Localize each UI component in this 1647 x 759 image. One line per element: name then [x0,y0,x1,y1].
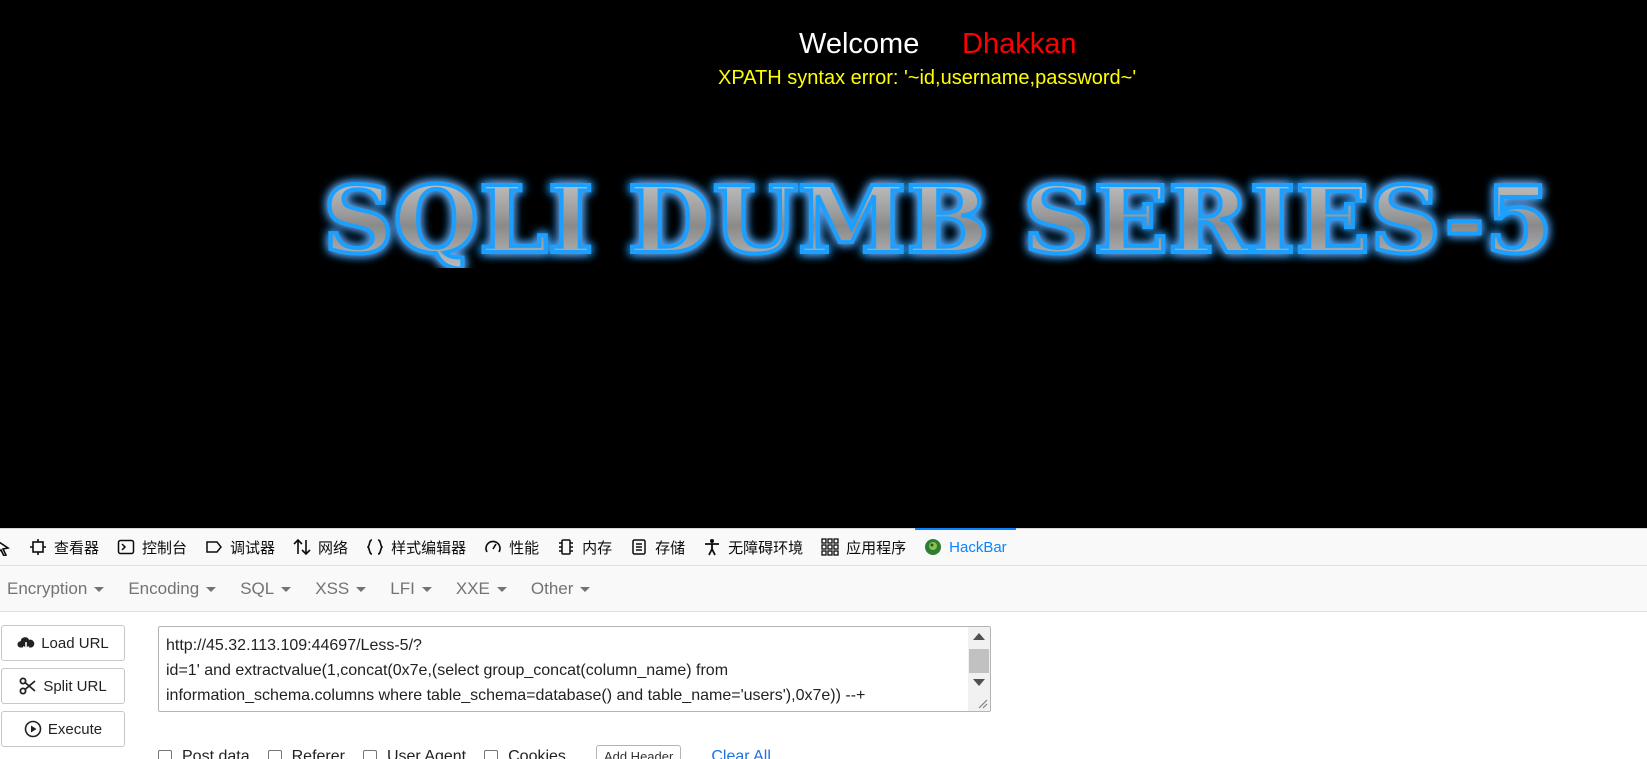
hackbar-icon [924,538,942,556]
tab-label: 网络 [318,539,349,557]
username-text: Dhakkan [962,28,1077,60]
browser-window: Welcome Dhakkan XPATH syntax error: '~id… [0,0,1647,759]
cookies-checkbox[interactable]: Cookies [484,748,566,759]
scroll-down-icon[interactable] [973,679,985,686]
play-circle-icon [24,720,42,738]
menu-other[interactable]: Other [531,579,591,599]
devtools-toolbar: 查看器 控制台 调试器 网络 样式编辑器 性能 内存 存储 无障碍环境 应用程序… [0,528,1647,566]
welcome-text: Welcome [799,28,920,60]
tab-hackbar[interactable]: HackBar [915,528,1016,565]
tab-label: 存储 [655,539,686,557]
referer-checkbox[interactable]: Referer [267,748,345,759]
style-editor-icon [366,538,384,556]
menu-encoding[interactable]: Encoding [128,579,217,599]
performance-icon [484,538,502,556]
split-url-button[interactable]: Split URL [1,668,125,704]
network-icon [293,538,311,556]
storage-icon [630,538,648,556]
web-content: Welcome Dhakkan XPATH syntax error: '~id… [0,0,1647,528]
url-textarea[interactable]: http://45.32.113.109:44697/Less-5/? id=1… [158,626,991,712]
menu-lfi[interactable]: LFI [390,579,432,599]
url-value[interactable]: http://45.32.113.109:44697/Less-5/? id=1… [166,633,966,708]
banner-text: SQLI DUMB SERIES-5 [323,168,1553,268]
scissors-icon [19,677,37,695]
tab-application[interactable]: 应用程序 [812,529,915,565]
debugger-icon [205,538,223,556]
application-icon [821,538,839,556]
chevron-down-icon [356,587,367,592]
cloud-download-icon [17,634,35,652]
banner-image: SQLI DUMB SERIES-5 [321,168,1555,268]
tab-accessibility[interactable]: 无障碍环境 [694,529,812,565]
error-message: XPATH syntax error: '~id,username,passwo… [718,67,1137,89]
checkbox-box[interactable] [362,749,377,759]
tab-inspector[interactable]: 查看器 [20,529,108,565]
chevron-down-icon [94,587,105,592]
tab-label: 查看器 [54,539,100,557]
tab-memory[interactable]: 内存 [548,529,621,565]
scroll-up-icon[interactable] [973,633,985,640]
tab-debugger[interactable]: 调试器 [196,529,284,565]
chevron-down-icon [496,587,507,592]
tab-console[interactable]: 控制台 [108,529,196,565]
memory-icon [557,538,575,556]
tab-label: 内存 [582,539,613,557]
execute-button[interactable]: Execute [1,711,125,747]
accessibility-icon [703,538,721,556]
tab-style-editor[interactable]: 样式编辑器 [357,529,475,565]
checkbox-box[interactable] [267,749,282,759]
resize-grip-icon[interactable] [976,697,988,709]
tab-label: HackBar [949,538,1007,556]
tab-network[interactable]: 网络 [284,529,357,565]
checkbox-box[interactable] [484,749,499,759]
hackbar-menu: Encryption Encoding SQL XSS LFI XXE Othe… [0,566,1647,612]
user-agent-checkbox[interactable]: User Agent [362,748,466,759]
menu-xss[interactable]: XSS [315,579,367,599]
element-picker-icon[interactable] [0,529,20,565]
tab-label: 应用程序 [846,539,907,557]
tab-label: 样式编辑器 [391,539,467,557]
tab-label: 控制台 [142,539,188,557]
tab-label: 调试器 [230,539,276,557]
checkbox-box[interactable] [158,749,172,759]
tab-label: 性能 [509,539,540,557]
tab-label: 无障碍环境 [728,539,804,557]
load-url-button[interactable]: Load URL [1,625,125,661]
add-header-button[interactable]: Add Header [595,745,682,759]
post-data-checkbox[interactable]: Post data [158,748,250,759]
tab-performance[interactable]: 性能 [475,529,548,565]
console-icon [117,538,135,556]
menu-encryption[interactable]: Encryption [7,579,105,599]
chevron-down-icon [206,587,217,592]
menu-xxe[interactable]: XXE [456,579,507,599]
chevron-down-icon [421,587,432,592]
chevron-down-icon [580,587,591,592]
hackbar-panel: Load URL Split URL Execute http://45.32.… [0,612,1647,759]
menu-sql[interactable]: SQL [240,579,292,599]
scroll-thumb[interactable] [969,649,989,673]
clear-all-link[interactable]: Clear All [711,748,771,759]
inspector-icon [29,538,47,556]
hackbar-options: Post data Referer User Agent Cookies Add… [158,745,771,759]
chevron-down-icon [281,587,292,592]
tab-storage[interactable]: 存储 [621,529,694,565]
